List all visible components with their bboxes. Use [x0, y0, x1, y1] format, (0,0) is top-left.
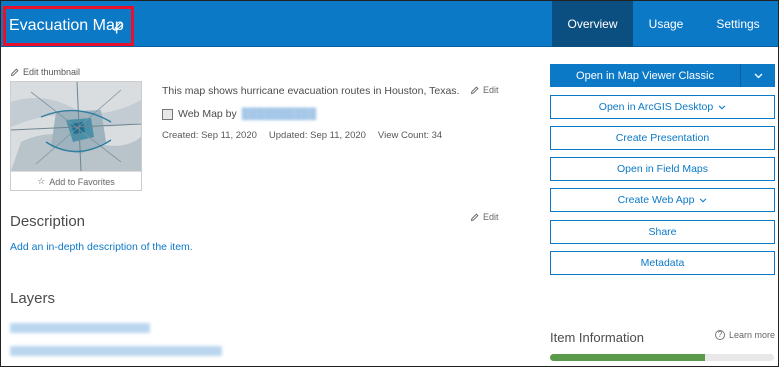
create-web-app-button[interactable]: Create Web App — [550, 188, 775, 212]
web-map-icon — [162, 108, 173, 120]
edit-summary-link[interactable]: Edit — [470, 85, 499, 95]
item-summary: This map shows hurricane evacuation rout… — [162, 85, 460, 97]
tab-settings[interactable]: Settings — [699, 1, 777, 47]
open-arcgis-desktop-button[interactable]: Open in ArcGIS Desktop — [550, 95, 775, 119]
pencil-icon — [10, 67, 19, 76]
create-web-app-label: Create Web App — [617, 194, 695, 206]
metadata-button[interactable]: Metadata — [550, 251, 775, 275]
edit-thumbnail-link[interactable]: Edit thumbnail — [10, 67, 80, 77]
item-information-heading: Item Information — [550, 330, 644, 345]
star-icon: ☆ — [37, 176, 46, 186]
share-button[interactable]: Share — [550, 220, 775, 244]
item-information-progress — [550, 354, 774, 361]
description-heading: Description — [10, 213, 86, 230]
chevron-down-icon — [754, 73, 762, 78]
owner-link-redacted[interactable]: ██████████ — [242, 108, 316, 120]
item-type-row: Web Map by ██████████ — [162, 108, 316, 120]
chevron-down-icon — [718, 104, 726, 110]
info-icon: ? — [715, 330, 725, 340]
map-thumbnail — [11, 82, 141, 171]
layer-link-redacted[interactable] — [10, 323, 150, 333]
item-meta: Created: Sep 11, 2020 Updated: Sep 11, 2… — [162, 130, 442, 141]
tab-overview[interactable]: Overview — [552, 1, 633, 47]
item-title: Evacuation Map — [9, 17, 124, 34]
add-to-favorites-button[interactable]: ☆ Add to Favorites — [11, 171, 141, 191]
learn-more-label: Learn more — [729, 330, 776, 340]
create-presentation-button[interactable]: Create Presentation — [550, 126, 775, 150]
open-map-viewer-button[interactable]: Open in Map Viewer Classic — [550, 64, 775, 87]
add-to-favorites-label: Add to Favorites — [49, 176, 115, 187]
pencil-icon — [470, 85, 479, 94]
edit-description-label: Edit — [483, 212, 499, 222]
open-field-maps-button[interactable]: Open in Field Maps — [550, 157, 775, 181]
view-count: View Count: 34 — [377, 130, 443, 141]
app-header: Evacuation Map Overview Usage Settings — [1, 1, 778, 47]
chevron-down-icon — [700, 197, 707, 203]
open-options-dropdown[interactable] — [740, 64, 775, 87]
add-description-link[interactable]: Add an in-depth description of the item. — [10, 241, 193, 253]
created-date: Created: Sep 11, 2020 — [162, 130, 257, 141]
edit-thumbnail-label: Edit thumbnail — [23, 67, 81, 77]
progress-fill — [550, 354, 705, 361]
updated-date: Updated: Sep 11, 2020 — [268, 130, 366, 141]
layers-heading: Layers — [10, 290, 56, 307]
thumbnail-card: ☆ Add to Favorites — [10, 81, 142, 191]
pencil-icon — [470, 212, 479, 221]
edit-summary-label: Edit — [483, 85, 499, 95]
learn-more-link[interactable]: ? Learn more — [715, 330, 775, 340]
item-type-label: Web Map by — [178, 108, 237, 120]
edit-title-pencil-icon[interactable] — [113, 19, 124, 37]
layer-link-redacted[interactable] — [10, 346, 222, 356]
item-tabs: Overview Usage Settings — [552, 1, 777, 47]
open-map-viewer-label[interactable]: Open in Map Viewer Classic — [550, 64, 740, 87]
tab-usage[interactable]: Usage — [633, 1, 699, 47]
edit-description-link[interactable]: Edit — [470, 212, 499, 222]
open-arcgis-desktop-label: Open in ArcGIS Desktop — [598, 101, 714, 113]
